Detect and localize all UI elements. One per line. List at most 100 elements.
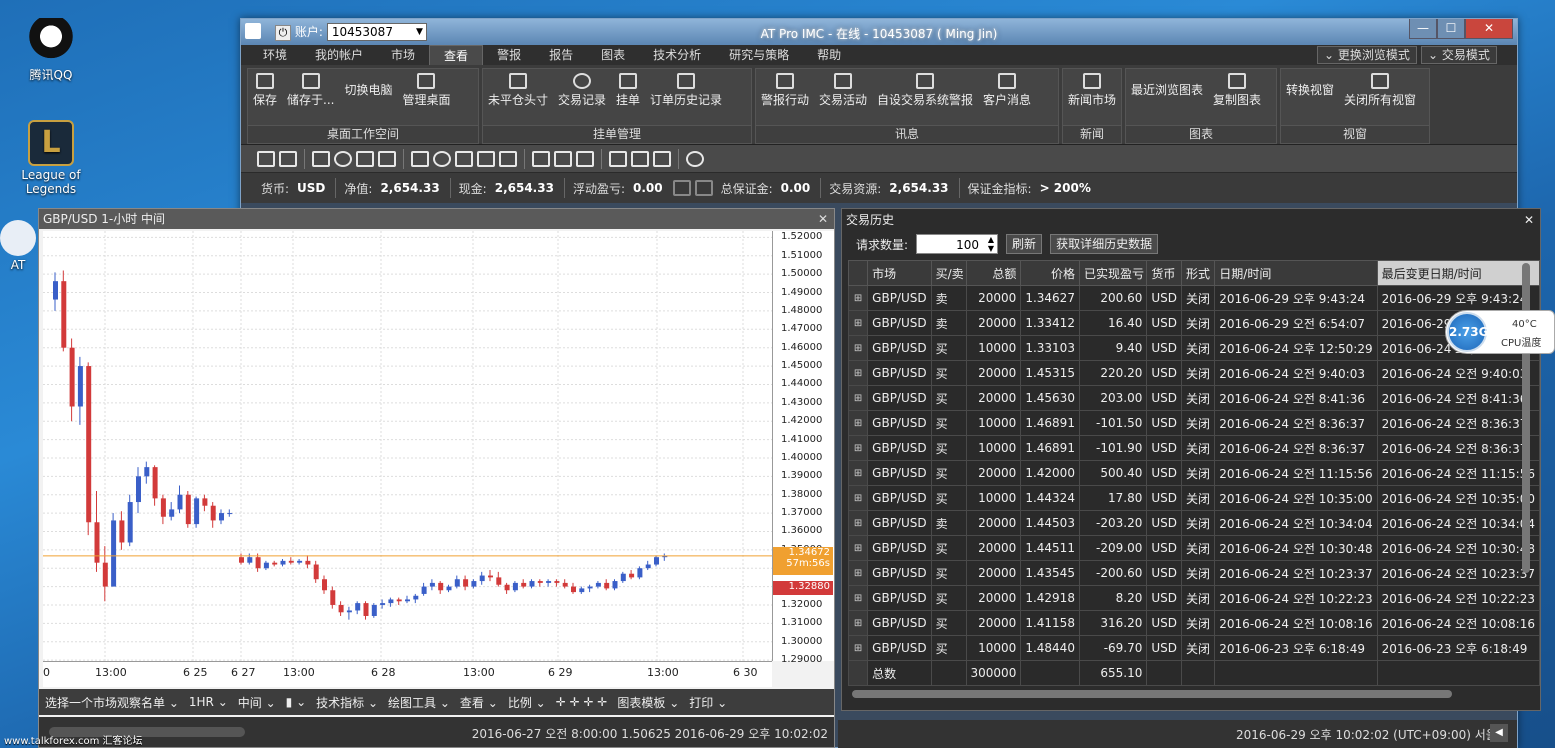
cursor-icon[interactable] [532,150,550,167]
custom-alerts-button[interactable]: 自设交易系统警报 [872,73,978,125]
refresh-button[interactable]: 刷新 [1006,234,1043,254]
column-header-side[interactable]: 买/卖 [930,260,967,286]
column-header-last-modified[interactable]: 最后变更日期/时间 [1376,260,1541,286]
expand-row-icon[interactable]: ⊞ [847,285,869,311]
scale-dropdown[interactable]: 比例 ⌄ [508,694,546,711]
table-row[interactable]: ⊞ GBP/USD 买 20000 1.45315 220.20 USD 关闭 2016-06-… [847,360,1541,386]
pending-orders-button[interactable]: 挂单 [611,73,645,125]
expand-row-icon[interactable]: ⊞ [847,585,869,611]
maximize-button[interactable]: ☐ [1437,19,1465,39]
table-row[interactable]: ⊞ GBP/USD 买 10000 1.48440 -69.70 USD 关闭 2016-06-… [847,635,1541,661]
clock-icon[interactable] [433,150,451,167]
switch-window-button[interactable]: 转换视窗 [1281,73,1339,125]
open-positions-button[interactable]: 未平仓头寸 [483,73,553,125]
close-icon[interactable]: ✕ [818,209,828,229]
chat-icon[interactable] [576,150,594,167]
scroll-left-icon[interactable]: ◀ [1490,724,1508,742]
menu-help[interactable]: 帮助 [803,45,855,65]
change-view-mode-button[interactable]: ⌄ 更换浏览模式 [1317,46,1417,64]
column-header-amount[interactable]: 总额 [965,260,1022,286]
chat-add-icon[interactable] [554,150,572,167]
menu-my-account[interactable]: 我的帐户 [301,45,377,65]
star-icon[interactable] [356,150,374,167]
order-history-button[interactable]: 订单历史记录 [645,73,727,125]
drawing-tools-dropdown[interactable]: 绘图工具 ⌄ [388,694,450,711]
cancel-orders-icon[interactable] [694,180,713,196]
expand-icon[interactable] [609,150,627,167]
expand-row-icon[interactable]: ⊞ [847,360,869,386]
menu-view[interactable]: 查看 [429,45,484,65]
table-row[interactable]: ⊞ GBP/USD 卖 20000 1.44503 -203.20 USD 关闭 2016-06… [847,510,1541,536]
stepper-arrows-icon[interactable]: ▲ ▼ [988,235,994,253]
expand-row-icon[interactable]: ⊞ [847,460,869,486]
expand-row-icon[interactable]: ⊞ [847,310,869,336]
layout-icon[interactable] [279,150,297,167]
desktop-icon-qq[interactable]: 腾讯QQ [16,18,86,83]
manage-desktop-button[interactable]: 管理桌面 [397,73,455,125]
view-dropdown[interactable]: 查看 ⌄ [460,694,498,711]
zoom-controls-icon[interactable]: ✛ ✛ ✛ ✛ [556,695,608,709]
favorites-icon[interactable] [378,150,396,167]
close-icon[interactable]: ✕ [1524,209,1534,231]
table-row[interactable]: ⊞ GBP/USD 买 20000 1.42918 8.20 USD 关闭 2016-06-24… [847,585,1541,611]
timeframe-dropdown[interactable]: 1HR ⌄ [189,695,228,709]
minimize-button[interactable]: — [1409,19,1437,39]
fetch-history-button[interactable]: 获取详细历史数据 [1050,234,1159,254]
menu-charts[interactable]: 图表 [587,45,639,65]
positions-icon[interactable] [411,150,429,167]
table-row[interactable]: ⊞ GBP/USD 买 20000 1.42000 500.40 USD 关闭 2016-06-… [847,460,1541,486]
menu-alerts[interactable]: 警报 [483,45,535,65]
save-button[interactable]: 保存 [248,73,282,125]
copy-chart-button[interactable]: 复制图表 [1208,73,1266,125]
alert-actions-button[interactable]: 警报行动 [756,73,814,125]
indicators-dropdown[interactable]: 技术指标 ⌄ [316,694,378,711]
request-count-stepper[interactable]: 100 ▲ ▼ [916,234,999,254]
recent-charts-button[interactable]: 最近浏览图表 [1126,73,1208,125]
table-row[interactable]: ⊞ GBP/USD 买 20000 1.44511 -209.00 USD 关闭 2016-06… [847,535,1541,561]
close-all-windows-button[interactable]: 关闭所有视窗 [1339,73,1421,125]
expand-row-icon[interactable]: ⊞ [847,535,869,561]
search-icon[interactable] [334,150,352,167]
menu-reports[interactable]: 报告 [535,45,587,65]
expand-row-icon[interactable]: ⊞ [847,410,869,436]
table-row[interactable]: ⊞ GBP/USD 买 20000 1.45630 203.00 USD 关闭 2016-06-… [847,385,1541,411]
column-header-currency[interactable]: 货币 [1146,260,1183,286]
candle-type-icon[interactable]: ▮ ⌄ [286,695,306,709]
window-add-icon[interactable] [631,150,649,167]
watchlist-dropdown[interactable]: 选择一个市场观察名单 ⌄ [45,694,179,711]
table-row[interactable]: ⊞ GBP/USD 卖 20000 1.34627 200.60 USD 关闭 2016-06-… [847,285,1541,311]
table-row[interactable]: ⊞ GBP/USD 买 20000 1.43545 -200.60 USD 关闭 2016-06… [847,560,1541,586]
horizontal-scrollbar[interactable] [852,690,1452,698]
print-dropdown[interactable]: 打印 ⌄ [689,694,727,711]
table-row[interactable]: ⊞ GBP/USD 卖 20000 1.33412 16.40 USD 关闭 2016-06-2… [847,310,1541,336]
table-row[interactable]: ⊞ GBP/USD 买 10000 1.46891 -101.50 USD 关闭 2016-06… [847,410,1541,436]
desktop-icon-lol[interactable]: L League of Legends [16,120,86,196]
trading-activity-button[interactable]: 交易活动 [814,73,872,125]
table-row[interactable]: ⊞ GBP/USD 买 20000 1.41158 316.20 USD 关闭 2016-06-… [847,610,1541,636]
table-row[interactable]: ⊞ GBP/USD 买 10000 1.46891 -101.90 USD 关闭 2016-06… [847,435,1541,461]
gear-icon[interactable] [686,150,704,167]
expand-row-icon[interactable]: ⊞ [847,335,869,361]
menu-research[interactable]: 研究与策略 [715,45,803,65]
orders-icon[interactable] [455,150,473,167]
trade-records-button[interactable]: 交易记录 [553,73,611,125]
save-as-button[interactable]: 储存于... [282,73,339,125]
menu-market[interactable]: 市场 [377,45,429,65]
menu-technical-analysis[interactable]: 技术分析 [639,45,715,65]
column-header-realized-pnl[interactable]: 已实现盈亏 [1078,260,1148,286]
table-row[interactable]: ⊞ GBP/USD 买 10000 1.44324 17.80 USD 关闭 2016-06-2… [847,485,1541,511]
expand-row-icon[interactable]: ⊞ [847,485,869,511]
table-row[interactable]: ⊞ GBP/USD 买 10000 1.33103 9.40 USD 关闭 2016-06-24… [847,335,1541,361]
column-header-type[interactable]: 形式 [1181,260,1216,286]
zoom-icon[interactable] [499,150,517,167]
column-header-datetime[interactable]: 日期/时间 [1214,260,1378,286]
expand-row-icon[interactable]: ⊞ [847,510,869,536]
news-market-button[interactable]: 新闻市场 [1063,73,1121,125]
price-type-dropdown[interactable]: 中间 ⌄ [238,694,276,711]
chart-plot-area[interactable] [43,231,772,661]
expand-row-icon[interactable]: ⊞ [847,560,869,586]
bar-chart-icon[interactable] [312,150,330,167]
column-header-market[interactable]: 市场 [867,260,932,286]
window-settings-icon[interactable] [653,150,671,167]
chart-template-dropdown[interactable]: 图表模板 ⌄ [617,694,679,711]
